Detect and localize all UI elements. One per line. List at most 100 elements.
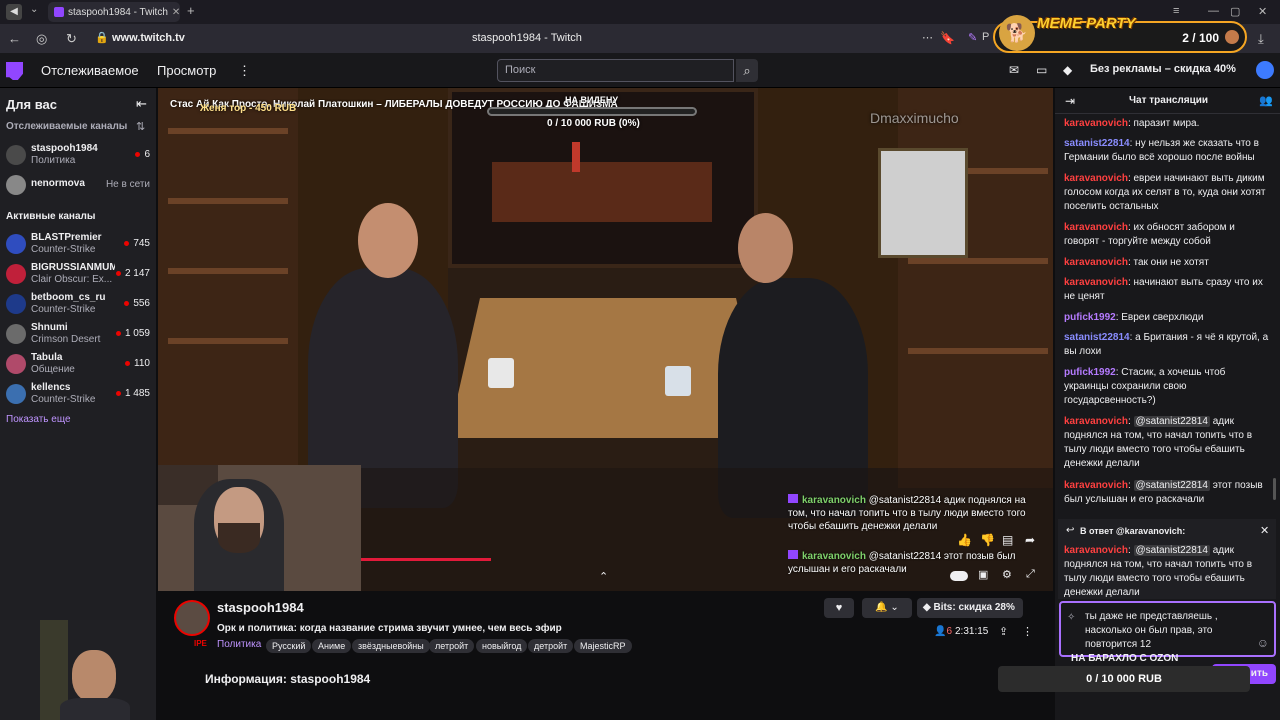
sidebar-item-tabula[interactable]: Tabula Общение 110 (0, 350, 156, 378)
fullscreen-icon[interactable]: ⤢ (1026, 568, 1035, 581)
dislike-icon[interactable]: 👎 (980, 533, 995, 547)
meme-party-widget: 🐕 MEME PARTY 2 / 100 (993, 15, 1247, 53)
channel-name[interactable]: staspooh1984 (217, 600, 304, 615)
meme-party-count: 2 / 100 (1182, 31, 1219, 45)
left-sidebar: Для вас ⇤ Отслеживаемые каналы ⇅ staspoo… (0, 88, 156, 620)
notifications-icon[interactable]: ▭ (1036, 63, 1047, 77)
bits-icon: ◆ (923, 602, 934, 613)
more-icon[interactable]: ⋯ (922, 31, 933, 44)
captions-icon[interactable]: ▣ (978, 568, 988, 581)
chat-title: Чат трансляции (1129, 95, 1209, 106)
avatar (6, 175, 26, 195)
coin-icon (1225, 30, 1239, 44)
sidebar-item-betboom[interactable]: betboom_cs_ru Counter-Strike 556 (0, 290, 156, 318)
collapse-sidebar-icon[interactable]: ⇤ (136, 96, 147, 112)
emoji-icon[interactable]: ☺ (1257, 636, 1269, 650)
tag-chip[interactable]: MajesticRP (574, 639, 632, 653)
avatar (6, 324, 26, 344)
viewer-count: 1 059 (116, 328, 150, 339)
new-tab-icon[interactable]: + (187, 3, 195, 18)
like-icon[interactable]: 👍 (957, 533, 972, 547)
follow-heart-icon[interactable]: ♥ (824, 598, 854, 618)
chat-users-icon[interactable]: 👥 (1259, 94, 1273, 107)
menu-icon[interactable]: ≡ (1173, 5, 1179, 17)
sidebar-item-shnumi[interactable]: Shnumi Crimson Desert 1 059 (0, 320, 156, 348)
search-input[interactable]: Поиск (497, 59, 734, 82)
share-icon[interactable]: ➦ (1025, 533, 1035, 547)
download-icon[interactable]: ⤓ (1258, 31, 1264, 47)
chat-message: satanist22814: а Британия - я чё я круто… (1064, 332, 1269, 357)
comment-icon[interactable]: ▤ (1002, 533, 1013, 547)
tag-chip[interactable]: летройт (429, 639, 475, 653)
viewer-count: 745 (124, 238, 150, 249)
back-icon[interactable]: ← (8, 31, 21, 46)
extension-icon[interactable]: ✎ (968, 31, 977, 44)
sidebar-item-nenormova[interactable]: nenormova Не в сети (0, 171, 156, 199)
notifications-bell-icon[interactable]: 🔔 ⌄ (862, 598, 912, 618)
viewer-icon: 👤6 (934, 626, 953, 637)
chat-input-text: ты даже не представляешь , насколько он … (1085, 611, 1218, 650)
channel-name: BLASTPremier (31, 232, 102, 243)
viewer-count: 2 147 (116, 268, 150, 279)
doge-icon: 🐕 (999, 15, 1035, 51)
channel-category: Crimson Desert (31, 334, 101, 345)
sidebar-item-kellencs[interactable]: kellencs Counter-Strike 1 485 (0, 380, 156, 408)
crown-icon[interactable]: ◆ (1063, 63, 1072, 77)
minimize-icon[interactable]: — (1208, 5, 1219, 17)
tag-chip[interactable]: звёздныевойны (352, 639, 430, 653)
avatar (6, 145, 26, 165)
streamer-avatar[interactable] (174, 600, 210, 636)
tag-chip[interactable]: Аниме (312, 639, 352, 653)
close-window-icon[interactable]: ✕ (1258, 5, 1267, 18)
mail-icon[interactable]: ✉ (1009, 63, 1019, 77)
sidebar-item-bigrussianmum[interactable]: BIGRUSSIANMUM Clair Obscur: Ex... 2 147 (0, 260, 156, 288)
nav-following[interactable]: Отслеживаемое (41, 63, 139, 78)
avatar (6, 384, 26, 404)
collapse-chat-icon[interactable]: ⇥ (1065, 94, 1075, 108)
more-vertical-icon[interactable]: ⋮ (238, 63, 251, 79)
reload-icon[interactable]: ↻ (66, 31, 77, 47)
chevron-up-icon[interactable]: ⌃ (599, 570, 608, 583)
search-icon[interactable]: ⌕ (736, 59, 758, 82)
extension-label: Р (982, 31, 990, 43)
no-ads-button[interactable]: Без рекламы – скидка 40% (1090, 63, 1236, 75)
url-field[interactable]: www.twitch.tv (112, 32, 185, 44)
bookmark-icon[interactable]: 🔖 (940, 31, 955, 45)
channel-category: Общение (31, 364, 75, 375)
category-link[interactable]: Политика (217, 639, 261, 650)
bits-discount-button[interactable]: ◆ Bits: скидка 28% (917, 598, 1023, 618)
sidebar-item-blastpremier[interactable]: BLASTPremier Counter-Strike 745 (0, 230, 156, 258)
donation-ticker-sub: Женя тор - 450 RUB (200, 103, 297, 114)
more-options-icon[interactable]: ⋮ (1022, 625, 1033, 638)
share-upload-icon[interactable]: ⇪ (999, 625, 1008, 638)
chevron-down-icon[interactable]: ⌄ (30, 4, 38, 15)
active-channels-heading: Активные каналы (6, 211, 96, 222)
bits-label: Bits: скидка 28% (933, 602, 1015, 613)
chat-scrollbar[interactable] (1273, 478, 1276, 500)
uptime: 2:31:15 (955, 626, 989, 637)
reply-arrow-icon: ↩ (1066, 525, 1075, 536)
twitch-logo-icon[interactable] (6, 62, 23, 80)
sidebar-item-staspooh1984[interactable]: staspooh1984 Политика 6 (0, 141, 156, 169)
user-avatar[interactable] (1256, 61, 1274, 79)
settings-icon[interactable]: ⚙ (1002, 568, 1012, 581)
close-reply-icon[interactable]: ✕ (1260, 524, 1269, 537)
home-icon[interactable]: ◎ (36, 31, 47, 47)
nav-browse[interactable]: Просмотр (157, 63, 216, 78)
avatar (6, 264, 26, 284)
tag-chip[interactable]: Русский (266, 639, 312, 653)
maximize-icon[interactable]: ▢ (1230, 5, 1240, 18)
tag-chip[interactable]: новыйгод (476, 639, 528, 653)
chat-message: karavanovich: евреи начинают выть диким … (1064, 173, 1266, 212)
close-tab-icon[interactable]: ✕ (172, 7, 180, 18)
sort-icon[interactable]: ⇅ (136, 120, 145, 133)
badge-icon (788, 494, 798, 503)
show-more-link[interactable]: Показать еще (6, 414, 71, 425)
chat-input[interactable]: ✧ ты даже не представляешь , насколько о… (1059, 601, 1276, 657)
browser-tab[interactable]: staspooh1984 - Twitch ✕ (48, 2, 180, 22)
tag-chip[interactable]: детройт (528, 639, 574, 653)
toggle-switch[interactable] (950, 571, 968, 581)
speaker-icon[interactable]: ◀ (6, 4, 22, 20)
chat-message: karavanovich: начинают выть сразу что их… (1064, 277, 1263, 302)
sparkle-icon[interactable]: ✧ (1067, 611, 1075, 625)
